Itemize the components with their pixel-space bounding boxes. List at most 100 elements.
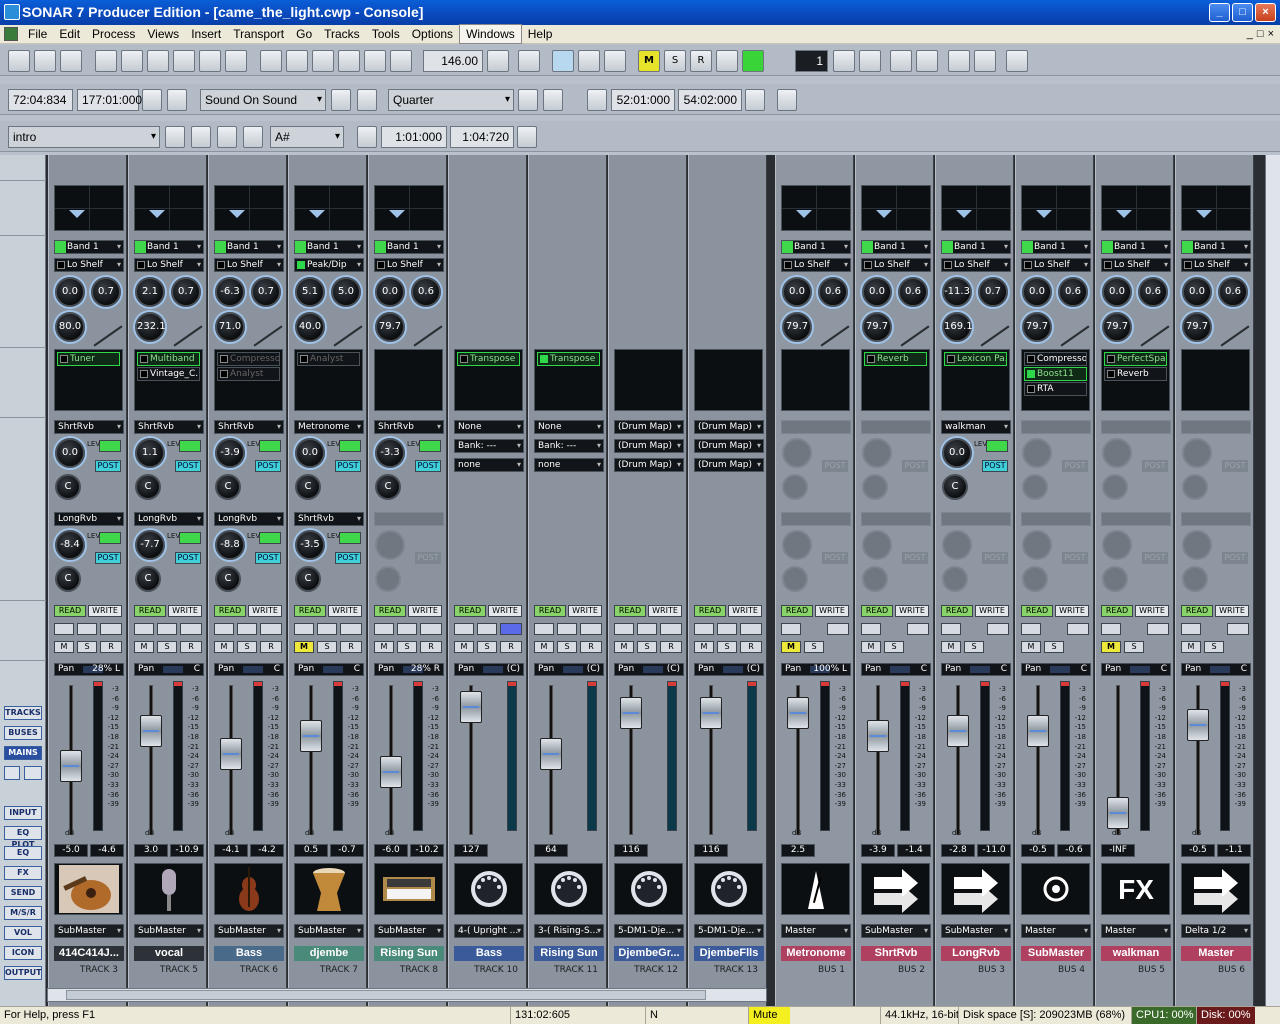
- pan-control[interactable]: Pan 28% R: [374, 663, 444, 676]
- fx-bin[interactable]: [694, 349, 763, 411]
- eq-plot-display[interactable]: [294, 185, 364, 231]
- automation-write-button[interactable]: WRITE: [728, 605, 762, 617]
- send-enable-button[interactable]: [259, 440, 281, 452]
- send-level-knob[interactable]: [1102, 438, 1132, 468]
- automation-write-button[interactable]: WRITE: [328, 605, 362, 617]
- send-post-button[interactable]: POST: [335, 460, 361, 472]
- eq-plot-display[interactable]: [374, 185, 444, 231]
- send-post-button[interactable]: POST: [415, 552, 441, 564]
- volume-value[interactable]: -0.5: [1181, 844, 1215, 857]
- volume-fader[interactable]: [700, 697, 722, 729]
- send-enable-button[interactable]: [259, 532, 281, 544]
- phase-invert-icon[interactable]: [454, 623, 474, 635]
- snap-resolution-select[interactable]: Quarter: [388, 89, 514, 111]
- automation-read-button[interactable]: READ: [1181, 605, 1213, 617]
- send-level-knob[interactable]: 0.0: [55, 438, 85, 468]
- peak-value[interactable]: -0.7: [330, 844, 364, 857]
- pan-control[interactable]: Pan C: [134, 663, 204, 676]
- automation-read-button[interactable]: READ: [54, 605, 86, 617]
- fx-bin[interactable]: Tuner: [54, 349, 123, 411]
- phase-invert-icon[interactable]: [941, 623, 961, 635]
- record-arm-button[interactable]: R: [420, 641, 442, 653]
- volume-value[interactable]: -2.8: [941, 844, 975, 857]
- send-level-knob[interactable]: [862, 438, 892, 468]
- end-time-field[interactable]: 177:01:000: [77, 89, 142, 111]
- add-marker-icon[interactable]: [217, 126, 237, 148]
- input-echo-icon[interactable]: [1067, 623, 1089, 635]
- prev-marker-icon[interactable]: [165, 126, 185, 148]
- eq-plot-display[interactable]: [1101, 185, 1171, 231]
- record-mode-select[interactable]: Sound On Sound: [200, 89, 326, 111]
- menu-windows[interactable]: Windows: [459, 24, 522, 44]
- volume-fader[interactable]: [60, 750, 82, 782]
- track-name[interactable]: DjembeFlls: [694, 946, 764, 961]
- automation-write-button[interactable]: WRITE: [895, 605, 929, 617]
- output-select[interactable]: Master: [781, 924, 851, 938]
- fx-item[interactable]: Vintage_C...: [137, 367, 200, 381]
- menu-go[interactable]: Go: [290, 25, 318, 43]
- eq-freq-knob[interactable]: 40.0: [295, 312, 325, 342]
- fx-bin[interactable]: Lexicon Pa...: [941, 349, 1010, 411]
- selection-end-field[interactable]: 1:04:720: [450, 126, 514, 148]
- global-s-button[interactable]: S: [664, 50, 686, 72]
- solo-button[interactable]: S: [1204, 641, 1224, 653]
- step-record-icon[interactable]: [357, 89, 377, 111]
- eq-shape-checkbox[interactable]: [57, 261, 65, 269]
- automation-read-button[interactable]: READ: [694, 605, 726, 617]
- phase-invert-icon[interactable]: [614, 623, 634, 635]
- eq-freq-knob[interactable]: 79.7: [782, 312, 812, 342]
- fx-item[interactable]: Analyst: [297, 352, 360, 366]
- piano-roll-icon[interactable]: [121, 50, 143, 72]
- eq-gain-knob[interactable]: -6.3: [215, 277, 245, 307]
- fx-item[interactable]: Reverb: [864, 352, 927, 366]
- send-level-knob[interactable]: [1022, 438, 1052, 468]
- volume-fader[interactable]: [300, 720, 322, 752]
- midi-icon[interactable]: [614, 863, 683, 915]
- send-level-knob[interactable]: [1182, 530, 1212, 560]
- send-enable-button[interactable]: [179, 532, 201, 544]
- menu-edit[interactable]: Edit: [53, 25, 86, 43]
- select-tool-icon[interactable]: [552, 50, 574, 72]
- volume-fader[interactable]: [947, 715, 969, 747]
- send-pan-knob[interactable]: [1102, 474, 1128, 500]
- volume-value[interactable]: -0.5: [1021, 844, 1055, 857]
- volume-fader[interactable]: [787, 697, 809, 729]
- eq-enable-icon[interactable]: [295, 241, 306, 253]
- note-icon[interactable]: [859, 50, 881, 72]
- eq-shape-checkbox[interactable]: [1104, 261, 1112, 269]
- open-file-icon[interactable]: [34, 50, 56, 72]
- eq-gain-knob[interactable]: -11.3: [942, 277, 972, 307]
- send-level-knob[interactable]: -8.8: [215, 530, 245, 560]
- loop-options-icon[interactable]: [777, 89, 797, 111]
- track-name[interactable]: DjembeGr...: [614, 946, 684, 961]
- output-select[interactable]: 4-( Upright ...: [454, 924, 524, 938]
- output-select[interactable]: SubMaster: [374, 924, 444, 938]
- send-post-button[interactable]: POST: [822, 552, 848, 564]
- send-post-button[interactable]: POST: [982, 460, 1008, 472]
- metronome-icon[interactable]: [364, 50, 386, 72]
- mute-button[interactable]: M: [694, 641, 714, 653]
- fx-bypass-checkbox[interactable]: [1027, 355, 1035, 363]
- record-arm-button[interactable]: R: [660, 641, 682, 653]
- peak-value[interactable]: -1.4: [897, 844, 931, 857]
- send-pan-knob[interactable]: [1182, 566, 1208, 592]
- punch-icon[interactable]: [167, 89, 187, 111]
- fx-item[interactable]: Reverb: [1104, 367, 1167, 381]
- automation-write-button[interactable]: WRITE: [248, 605, 282, 617]
- menu-help[interactable]: Help: [522, 25, 559, 43]
- send-level-knob[interactable]: -3.5: [295, 530, 325, 560]
- panel-toggle-fx[interactable]: FX: [4, 866, 42, 880]
- pan-control[interactable]: Pan 28% L: [54, 663, 124, 676]
- eq-enable-icon[interactable]: [1182, 241, 1193, 253]
- track-name[interactable]: vocal: [134, 946, 204, 961]
- fx-item[interactable]: Multiband: [137, 352, 200, 366]
- fader-track[interactable]: [309, 685, 313, 835]
- output-select[interactable]: SubMaster: [941, 924, 1011, 938]
- interleave-icon[interactable]: [477, 623, 497, 635]
- eq-q-knob[interactable]: 0.7: [91, 277, 121, 307]
- eq-shape-select[interactable]: Peak/Dip: [294, 258, 364, 272]
- send-enable-button[interactable]: [179, 440, 201, 452]
- output-select[interactable]: 5-DM1-Dje...: [694, 924, 764, 938]
- fader-track[interactable]: [876, 685, 880, 835]
- automation-write-button[interactable]: WRITE: [408, 605, 442, 617]
